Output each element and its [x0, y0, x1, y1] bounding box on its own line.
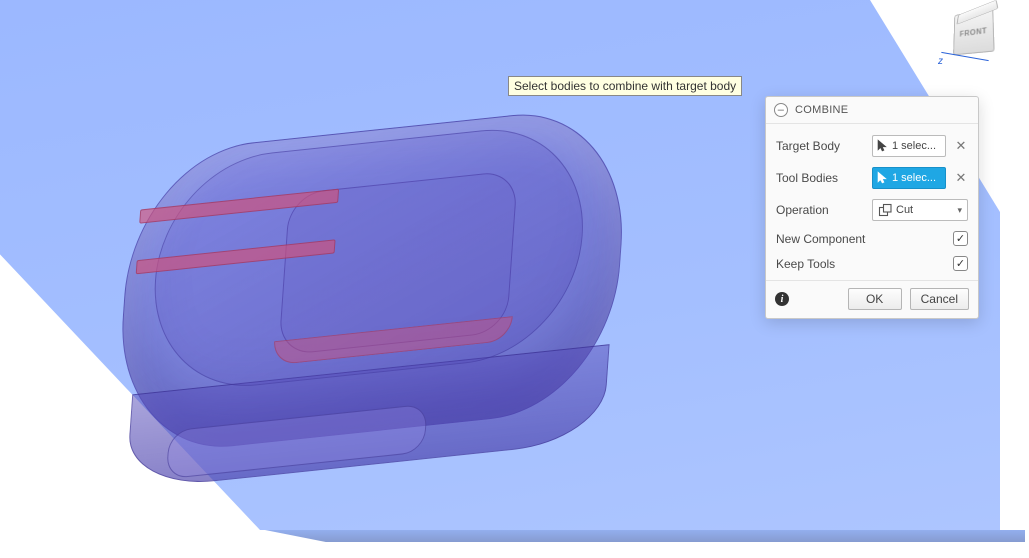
clear-tools-icon[interactable]: ✕ — [954, 170, 968, 186]
cursor-icon — [877, 171, 888, 186]
clear-target-icon[interactable]: ✕ — [954, 138, 968, 154]
keep-tools-checkbox[interactable]: ✓ — [953, 256, 968, 271]
axis-z-label: z — [938, 56, 943, 67]
cut-icon — [878, 203, 892, 217]
tool-bodies-selector[interactable]: 1 selec... — [872, 167, 946, 189]
cursor-icon — [877, 139, 888, 154]
row-tool-bodies: Tool Bodies 1 selec... ✕ — [776, 162, 968, 194]
workplane-edge — [265, 530, 1025, 542]
info-icon[interactable]: i — [775, 292, 789, 306]
chevron-down-icon: ▾ — [957, 205, 962, 216]
row-target-body: Target Body 1 selec... ✕ — [776, 130, 968, 162]
target-body-selector[interactable]: 1 selec... — [872, 135, 946, 157]
operation-value: Cut — [896, 204, 913, 216]
panel-footer: i OK Cancel — [766, 280, 978, 318]
operation-dropdown[interactable]: Cut ▾ — [872, 199, 968, 221]
viewcube[interactable]: FRONT — [941, 4, 1001, 64]
label-target-body: Target Body — [776, 139, 872, 153]
collapse-icon[interactable]: – — [774, 103, 788, 117]
viewcube-front-label: FRONT — [960, 26, 988, 38]
row-operation: Operation Cut ▾ — [776, 194, 968, 226]
target-body-value: 1 selec... — [892, 140, 936, 152]
tool-bodies-value: 1 selec... — [892, 172, 936, 184]
label-operation: Operation — [776, 203, 872, 217]
row-keep-tools: Keep Tools ✓ — [776, 251, 968, 276]
panel-title: COMBINE — [795, 104, 848, 116]
label-tool-bodies: Tool Bodies — [776, 171, 872, 185]
row-new-component: New Component ✓ — [776, 226, 968, 251]
new-component-checkbox[interactable]: ✓ — [953, 231, 968, 246]
ok-button[interactable]: OK — [848, 288, 902, 310]
cancel-button[interactable]: Cancel — [910, 288, 969, 310]
panel-body: Target Body 1 selec... ✕ Tool Bodies — [766, 124, 978, 280]
label-keep-tools: Keep Tools — [776, 257, 953, 271]
label-new-component: New Component — [776, 232, 953, 246]
combine-panel: – COMBINE Target Body 1 selec... ✕ Tool … — [765, 96, 979, 319]
panel-header[interactable]: – COMBINE — [766, 97, 978, 124]
status-tooltip: Select bodies to combine with target bod… — [508, 76, 742, 96]
model[interactable] — [109, 100, 652, 519]
